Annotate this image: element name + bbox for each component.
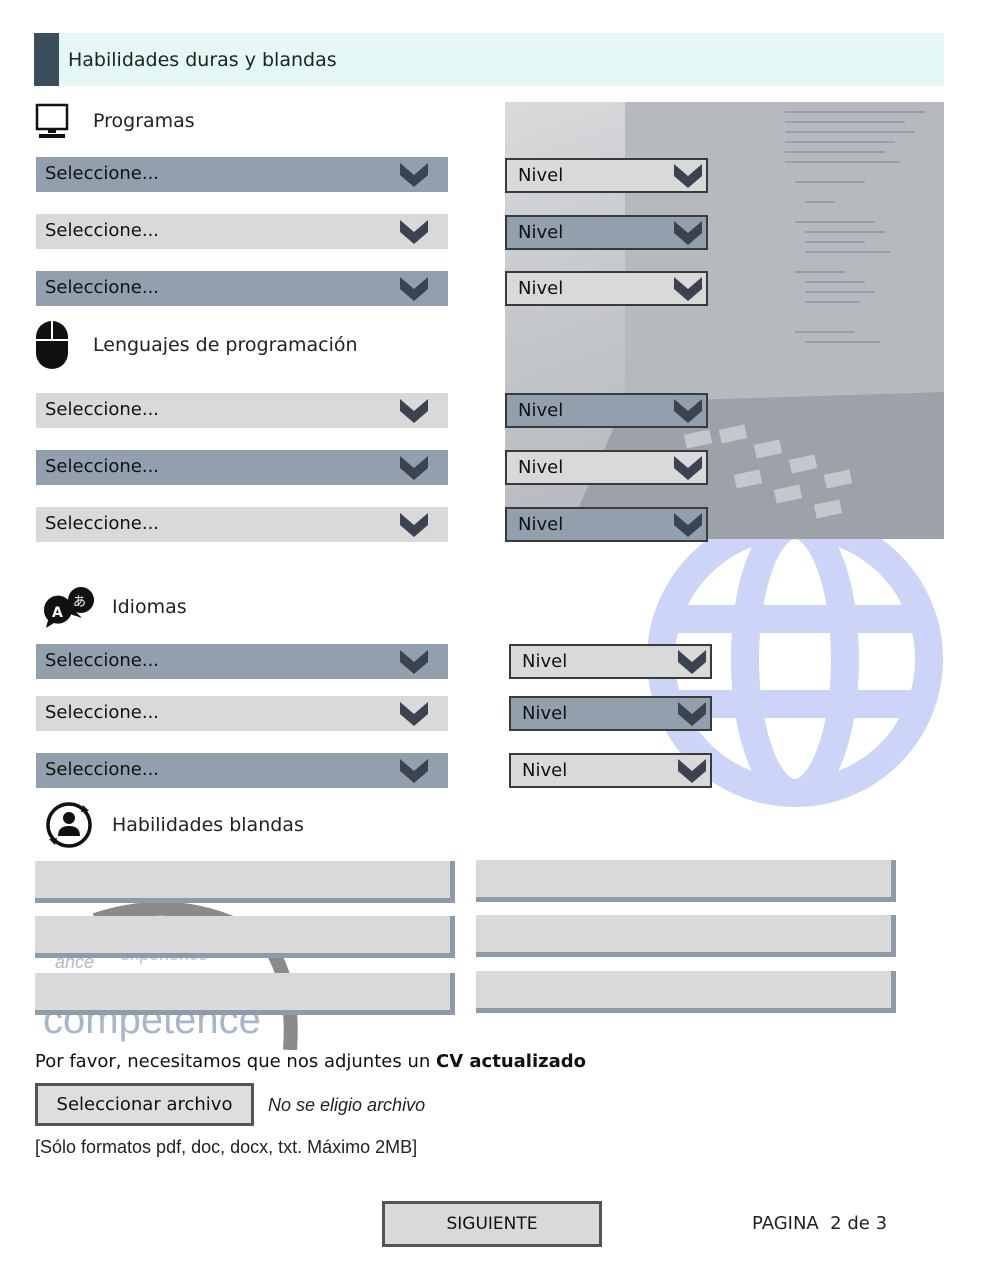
language-select-3[interactable]: Seleccione... bbox=[36, 507, 448, 542]
level-value: Nivel bbox=[518, 278, 564, 299]
file-formats-note: [Sólo formatos pdf, doc, docx, txt. Máxi… bbox=[35, 1137, 418, 1157]
language-level-select-2[interactable]: Nivel bbox=[505, 450, 708, 485]
translate-icon: A あ bbox=[40, 586, 98, 630]
level-value: Nivel bbox=[518, 457, 564, 478]
program-level-select-2[interactable]: Nivel bbox=[505, 215, 708, 250]
level-value: Nivel bbox=[518, 222, 564, 243]
program-select-3[interactable]: Seleccione... bbox=[36, 271, 448, 306]
soft-skill-input-5[interactable] bbox=[35, 973, 455, 1015]
select-value: Seleccione... bbox=[45, 277, 160, 298]
select-file-button[interactable]: Seleccionar archivo bbox=[35, 1083, 254, 1126]
select-value: Seleccione... bbox=[45, 650, 160, 671]
monitor-icon bbox=[35, 103, 69, 139]
header-accent-bar bbox=[34, 33, 59, 86]
idiom-level-select-2[interactable]: Nivel bbox=[509, 696, 712, 731]
person-refresh-icon bbox=[43, 799, 95, 851]
idiom-level-select-1[interactable]: Nivel bbox=[509, 644, 712, 679]
chevron-down-icon bbox=[674, 513, 702, 537]
select-value: Seleccione... bbox=[45, 702, 160, 723]
select-value: Seleccione... bbox=[45, 513, 160, 534]
chevron-down-icon bbox=[674, 221, 702, 245]
idiom-select-1[interactable]: Seleccione... bbox=[36, 644, 448, 679]
chevron-down-icon bbox=[400, 759, 428, 783]
chevron-down-icon bbox=[678, 702, 706, 726]
select-value: Seleccione... bbox=[45, 399, 160, 420]
language-select-2[interactable]: Seleccione... bbox=[36, 450, 448, 485]
language-level-select-1[interactable]: Nivel bbox=[505, 393, 708, 428]
select-value: Seleccione... bbox=[45, 163, 160, 184]
level-value: Nivel bbox=[522, 703, 568, 724]
chevron-down-icon bbox=[400, 650, 428, 674]
section-title-languages: Idiomas bbox=[112, 596, 187, 618]
chevron-down-icon bbox=[674, 456, 702, 480]
program-level-select-3[interactable]: Nivel bbox=[505, 271, 708, 306]
level-value: Nivel bbox=[522, 760, 568, 781]
select-value: Seleccione... bbox=[45, 759, 160, 780]
language-level-select-3[interactable]: Nivel bbox=[505, 507, 708, 542]
svg-text:あ: あ bbox=[73, 595, 86, 610]
chevron-down-icon bbox=[674, 277, 702, 301]
program-select-2[interactable]: Seleccione... bbox=[36, 214, 448, 249]
idiom-select-3[interactable]: Seleccione... bbox=[36, 753, 448, 788]
section-title-soft-skills: Habilidades blandas bbox=[112, 814, 304, 836]
level-value: Nivel bbox=[518, 514, 564, 535]
next-button[interactable]: SIGUIENTE bbox=[382, 1201, 602, 1247]
level-value: Nivel bbox=[522, 651, 568, 672]
chevron-down-icon bbox=[400, 163, 428, 187]
chevron-down-icon bbox=[674, 164, 702, 188]
idiom-select-2[interactable]: Seleccione... bbox=[36, 696, 448, 731]
no-file-label: No se eligio archivo bbox=[268, 1095, 426, 1115]
level-value: Nivel bbox=[518, 400, 564, 421]
soft-skill-input-2[interactable] bbox=[476, 860, 896, 902]
svg-text:A: A bbox=[52, 605, 63, 621]
program-select-1[interactable]: Seleccione... bbox=[36, 157, 448, 192]
select-value: Seleccione... bbox=[45, 456, 160, 477]
soft-skill-input-6[interactable] bbox=[476, 971, 896, 1013]
chevron-down-icon bbox=[400, 456, 428, 480]
chevron-down-icon bbox=[400, 702, 428, 726]
chevron-down-icon bbox=[400, 277, 428, 301]
section-header: Habilidades duras y blandas bbox=[34, 33, 944, 86]
page-indicator: PAGINA 2 de 3 bbox=[752, 1213, 888, 1234]
section-title-programs: Programas bbox=[93, 110, 195, 132]
program-level-select-1[interactable]: Nivel bbox=[505, 158, 708, 193]
chevron-down-icon bbox=[674, 399, 702, 423]
chevron-down-icon bbox=[400, 399, 428, 423]
language-select-1[interactable]: Seleccione... bbox=[36, 393, 448, 428]
idiom-level-select-3[interactable]: Nivel bbox=[509, 753, 712, 788]
soft-skill-input-1[interactable] bbox=[35, 861, 455, 903]
select-value: Seleccione... bbox=[45, 220, 160, 241]
upload-prompt: Por favor, necesitamos que nos adjuntes … bbox=[35, 1051, 586, 1072]
section-title-programming-languages: Lenguajes de programación bbox=[93, 334, 358, 356]
soft-skill-input-4[interactable] bbox=[476, 915, 896, 957]
chevron-down-icon bbox=[400, 513, 428, 537]
page-title: Habilidades duras y blandas bbox=[68, 49, 337, 71]
chevron-down-icon bbox=[678, 650, 706, 674]
chevron-down-icon bbox=[678, 759, 706, 783]
soft-skill-input-3[interactable] bbox=[35, 916, 455, 958]
mouse-icon bbox=[35, 320, 69, 370]
level-value: Nivel bbox=[518, 165, 564, 186]
upload-prompt-text: Por favor, necesitamos que nos adjuntes … bbox=[35, 1051, 436, 1072]
chevron-down-icon bbox=[400, 220, 428, 244]
upload-prompt-bold: CV actualizado bbox=[435, 1051, 586, 1072]
